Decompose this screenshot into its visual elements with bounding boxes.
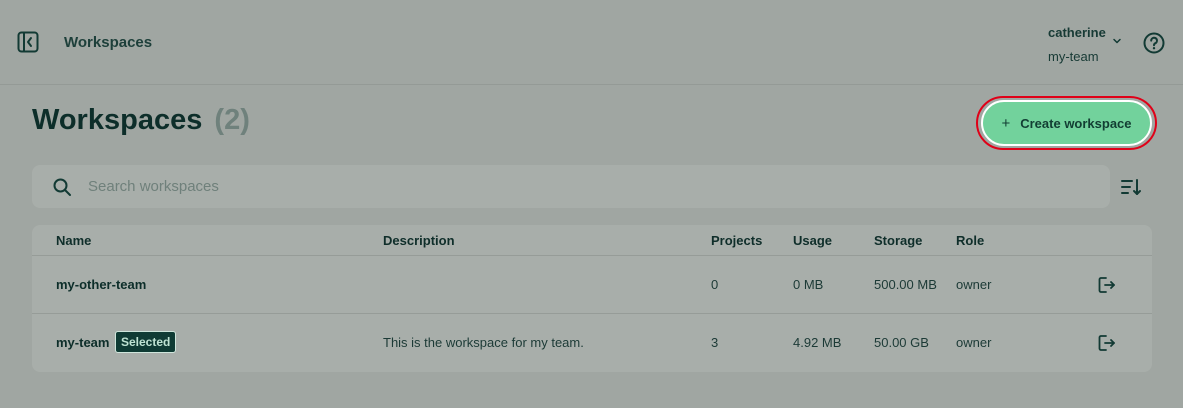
breadcrumb[interactable]: Workspaces [64, 34, 152, 51]
column-header-role[interactable]: Role [956, 233, 984, 248]
workspace-storage: 50.00 GB [874, 335, 929, 350]
plus-icon: + [1001, 114, 1011, 132]
table-row[interactable]: my-other-team 0 0 MB 500.00 MB owner [32, 256, 1152, 314]
chevron-down-icon[interactable] [1112, 36, 1122, 46]
workspace-description: This is the workspace for my team. [383, 335, 584, 350]
workspace-usage: 4.92 MB [793, 335, 842, 350]
user-name: catherine [1048, 25, 1106, 40]
search-input[interactable] [88, 165, 1088, 208]
create-workspace-label: Create workspace [1020, 115, 1132, 131]
workspace-name[interactable]: my-team [56, 335, 109, 350]
column-header-name[interactable]: Name [56, 233, 91, 248]
page-title-text: Workspaces [32, 104, 203, 136]
column-header-usage[interactable]: Usage [793, 233, 832, 248]
team-name: my-team [1048, 49, 1099, 64]
sidebar-collapse-icon[interactable] [17, 31, 39, 53]
workspaces-table: Name Description Projects Usage Storage … [32, 225, 1152, 372]
workspace-role: owner [956, 335, 992, 350]
workspace-projects: 0 [711, 277, 719, 292]
page-title: Workspaces (2) [32, 104, 250, 137]
column-header-projects[interactable]: Projects [711, 233, 762, 248]
table-row[interactable]: my-team Selected This is the workspace f… [32, 314, 1152, 372]
sort-icon[interactable] [1120, 176, 1142, 198]
workspace-name[interactable]: my-other-team [56, 277, 146, 292]
workspace-role: owner [956, 277, 992, 292]
table-header: Name Description Projects Usage Storage … [32, 225, 1152, 256]
selected-badge: Selected [115, 331, 177, 353]
workspace-count: (2) [214, 104, 250, 136]
workspace-usage: 0 MB [793, 277, 824, 292]
workspace-storage: 500.00 MB [874, 277, 937, 292]
column-header-storage[interactable]: Storage [874, 233, 922, 248]
search-bar [32, 165, 1110, 208]
top-bar: Workspaces catherine my-team [0, 0, 1183, 85]
create-workspace-button[interactable]: + Create workspace [981, 100, 1152, 146]
leave-workspace-icon[interactable] [1097, 275, 1117, 295]
workspace-projects: 3 [711, 335, 719, 350]
help-circle-icon[interactable] [1143, 32, 1165, 54]
search-icon [53, 178, 71, 196]
leave-workspace-icon[interactable] [1097, 333, 1117, 353]
column-header-description[interactable]: Description [383, 233, 455, 248]
user-menu[interactable]: catherine my-team [1048, 22, 1106, 68]
